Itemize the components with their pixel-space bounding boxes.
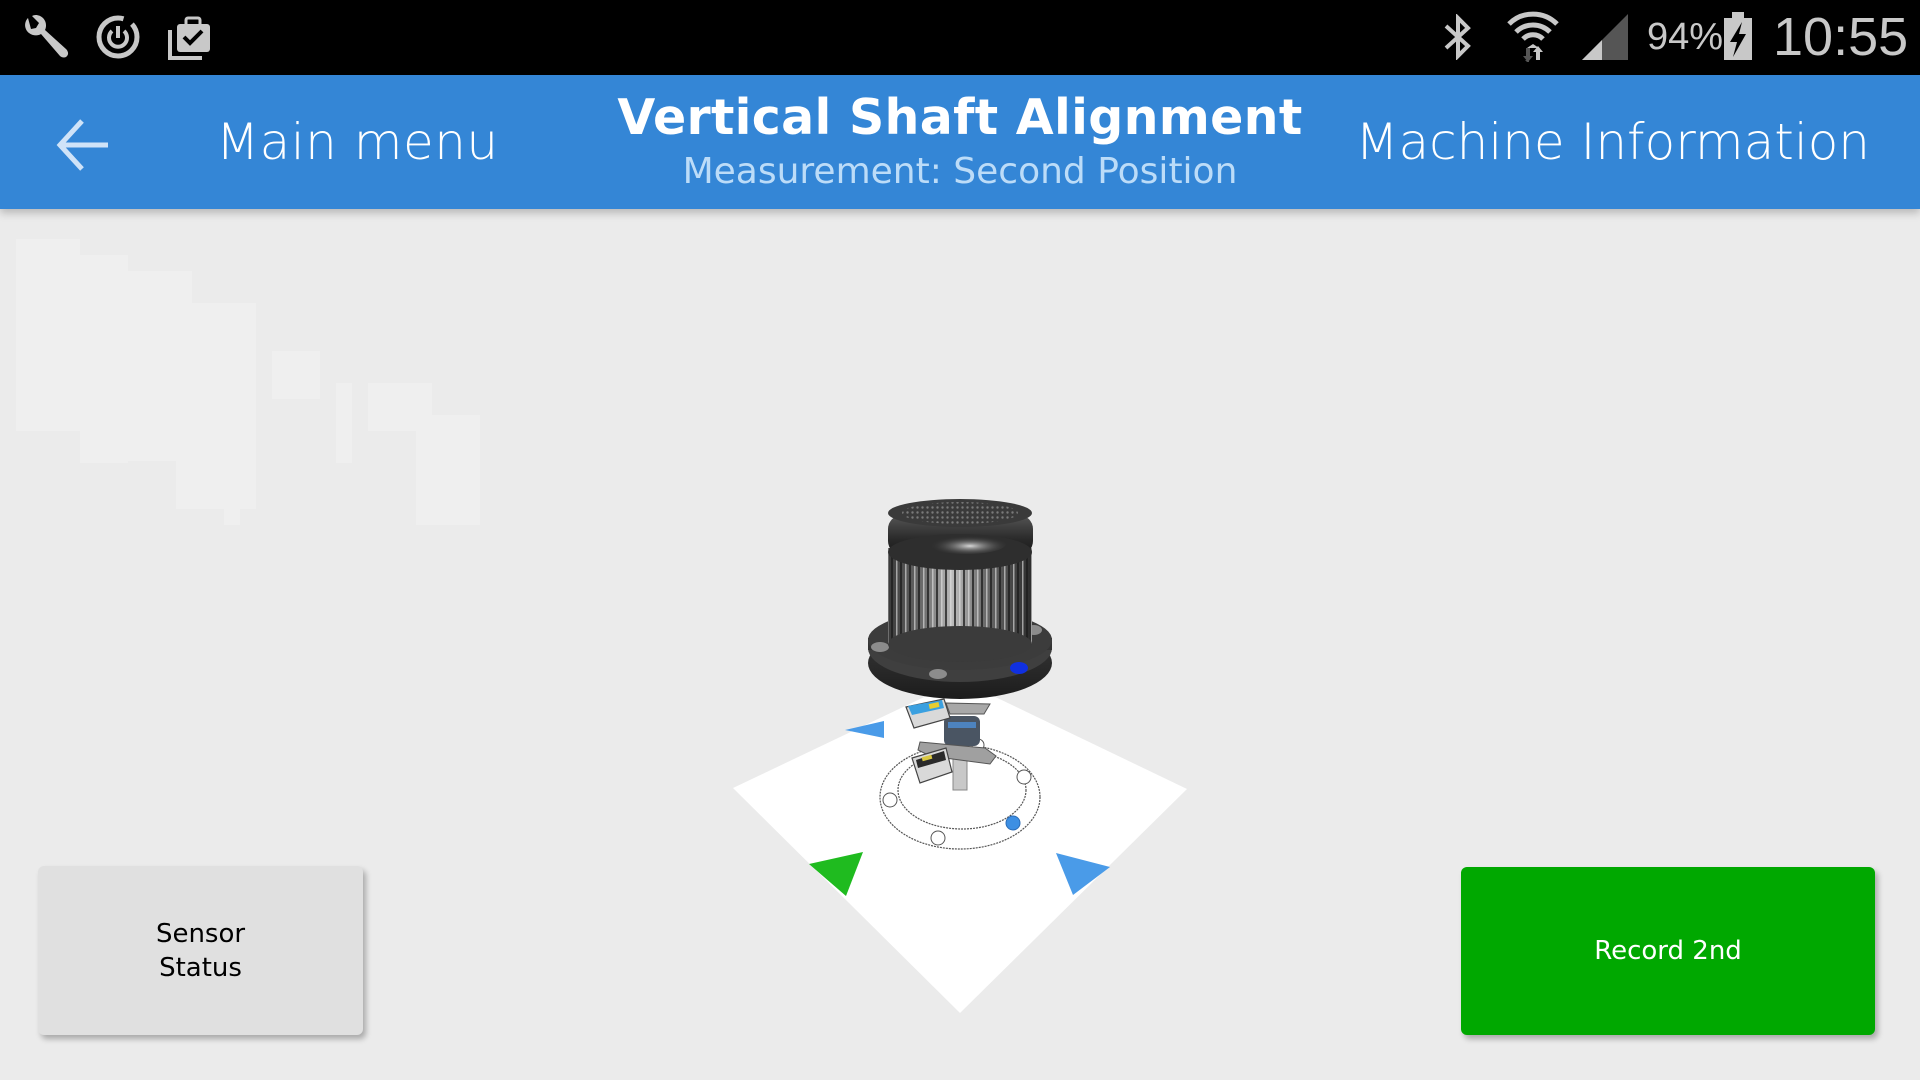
- battery-percent: 94%: [1647, 16, 1724, 58]
- app-header: Main menu Vertical Shaft Alignment Measu…: [0, 75, 1920, 209]
- flange-marker: [1010, 662, 1028, 674]
- main-menu-link[interactable]: Main menu: [216, 113, 499, 171]
- signal-icon: [1582, 14, 1628, 60]
- upper-bracket: [945, 702, 991, 715]
- sensor-status-label-line1: Sensor: [155, 918, 246, 949]
- sensor-status-button[interactable]: Sensor Status: [38, 866, 363, 1035]
- status-bar: 94% 10:55: [0, 0, 1920, 75]
- position-dot: [882, 792, 898, 808]
- wrench-icon: [25, 14, 69, 58]
- page-title: Vertical Shaft Alignment: [617, 89, 1303, 146]
- back-arrow-icon: [56, 119, 108, 171]
- clock-time: 10:55: [1773, 7, 1909, 67]
- machine-information-link[interactable]: Machine Information: [1355, 113, 1870, 171]
- active-position-dot: [1005, 815, 1021, 831]
- back-button[interactable]: [44, 111, 124, 179]
- sensor-status-label-line2: Status: [159, 952, 242, 983]
- motor-fan-grill: [902, 502, 1018, 524]
- wifi-icon: [1507, 11, 1559, 62]
- page-subtitle: Measurement: Second Position: [682, 151, 1238, 192]
- record-2nd-button[interactable]: Record 2nd: [1461, 867, 1875, 1035]
- bluetooth-icon: [1444, 14, 1471, 60]
- battery-charging-icon: [1724, 12, 1752, 60]
- position-dot: [930, 830, 946, 846]
- briefcase-check-icon: [168, 16, 210, 60]
- flange-bolt: [929, 669, 947, 679]
- coupling: [944, 716, 980, 746]
- sync-power-icon: [96, 15, 140, 59]
- record-button-label: Record 2nd: [1594, 936, 1742, 966]
- page-title-block: Vertical Shaft Alignment Measurement: Se…: [560, 87, 1360, 195]
- position-dot: [1016, 769, 1032, 785]
- flange-bolt: [871, 642, 889, 652]
